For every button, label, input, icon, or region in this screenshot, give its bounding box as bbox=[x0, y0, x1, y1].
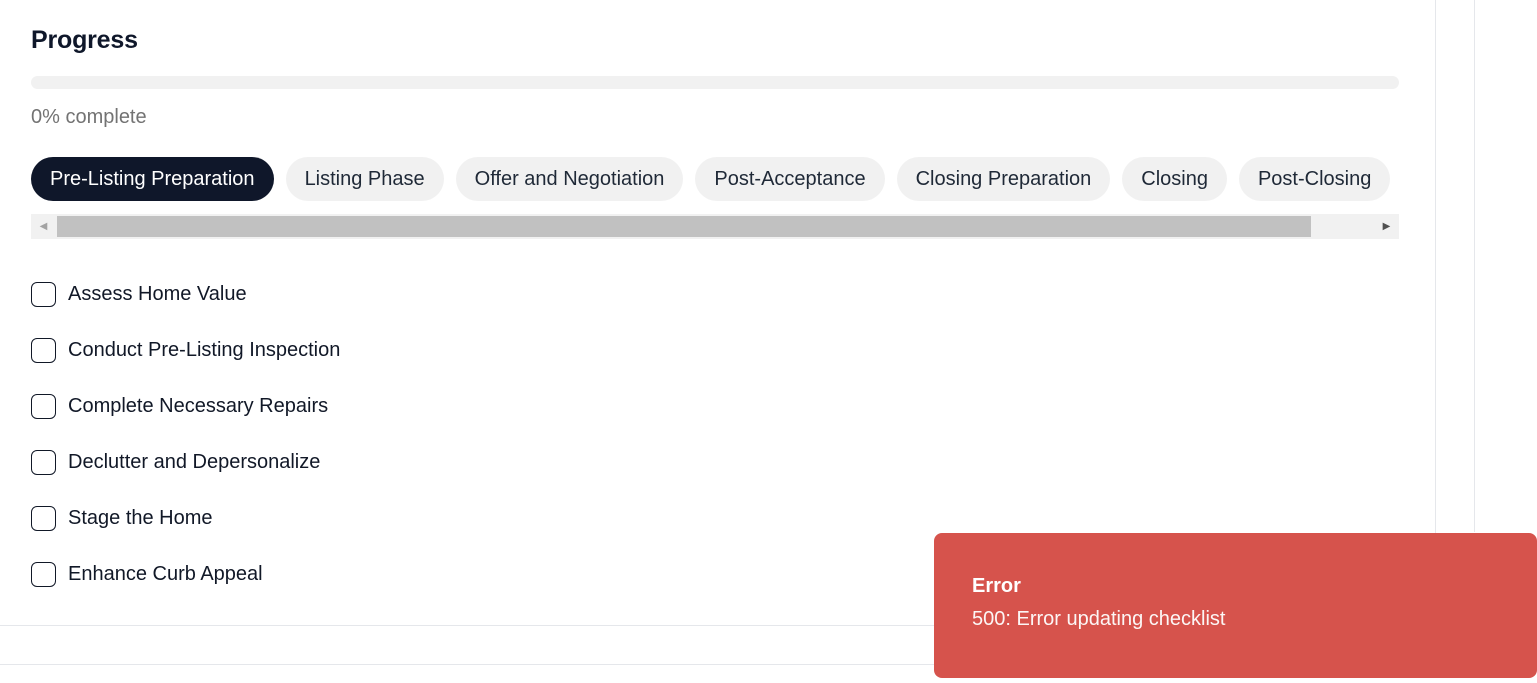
checklist-item[interactable]: Assess Home Value bbox=[31, 279, 340, 309]
checklist-checkbox[interactable] bbox=[31, 562, 56, 588]
section-divider bbox=[0, 664, 934, 665]
checklist-checkbox[interactable] bbox=[31, 281, 56, 307]
error-toast[interactable]: Error 500: Error updating checklist bbox=[934, 533, 1537, 678]
checklist-item-label: Enhance Curb Appeal bbox=[68, 563, 263, 586]
phase-tab[interactable]: Offer and Negotiation bbox=[455, 157, 684, 201]
checklist: Assess Home Value Conduct Pre-Listing Ins… bbox=[31, 279, 340, 616]
progress-bar bbox=[31, 76, 1399, 89]
progress-title: Progress bbox=[31, 26, 138, 54]
checklist-item[interactable]: Enhance Curb Appeal bbox=[31, 560, 340, 590]
checklist-item-label: Complete Necessary Repairs bbox=[68, 394, 329, 417]
scroll-right-icon[interactable]: ▶ bbox=[1374, 214, 1399, 239]
phase-tab[interactable]: Listing Phase bbox=[285, 157, 444, 201]
checklist-item-label: Stage the Home bbox=[68, 507, 213, 530]
scroll-left-icon[interactable]: ◀ bbox=[31, 214, 56, 239]
phase-tab[interactable]: Closing Preparation bbox=[896, 157, 1111, 201]
scrollbar-thumb[interactable] bbox=[57, 216, 1311, 237]
progress-percent-label: 0% complete bbox=[31, 106, 147, 128]
checklist-checkbox[interactable] bbox=[31, 393, 56, 419]
toast-message: 500: Error updating checklist bbox=[972, 608, 1226, 630]
phase-tabs-row: Pre-Listing Preparation Listing Phase Offe… bbox=[31, 157, 1399, 201]
phase-tab[interactable]: Post-Closing bbox=[1238, 157, 1391, 201]
toast-title: Error bbox=[972, 575, 1021, 597]
checklist-checkbox[interactable] bbox=[31, 337, 56, 363]
phase-tabs: Pre-Listing Preparation Listing Phase Offe… bbox=[31, 157, 1399, 203]
checklist-item[interactable]: Conduct Pre-Listing Inspection bbox=[31, 335, 340, 365]
checklist-checkbox[interactable] bbox=[31, 450, 56, 476]
checklist-item-label: Declutter and Depersonalize bbox=[68, 451, 321, 474]
phase-tab[interactable]: Post-Acceptance bbox=[695, 157, 885, 201]
checklist-item[interactable]: Complete Necessary Repairs bbox=[31, 391, 340, 421]
checklist-item[interactable]: Stage the Home bbox=[31, 504, 340, 534]
phase-tab[interactable]: Closing bbox=[1122, 157, 1227, 201]
checklist-item-label: Conduct Pre-Listing Inspection bbox=[68, 338, 341, 361]
checklist-checkbox[interactable] bbox=[31, 506, 56, 532]
panel-divider bbox=[1474, 0, 1475, 532]
phase-tabs-scrollbar[interactable]: ◀ ▶ bbox=[31, 214, 1399, 239]
checklist-item-label: Assess Home Value bbox=[68, 282, 247, 305]
checklist-item[interactable]: Declutter and Depersonalize bbox=[31, 448, 340, 478]
checklist-page: Progress 0% complete Pre-Listing Prepara… bbox=[0, 0, 1537, 683]
phase-tab[interactable]: Pre-Listing Preparation bbox=[31, 157, 274, 201]
